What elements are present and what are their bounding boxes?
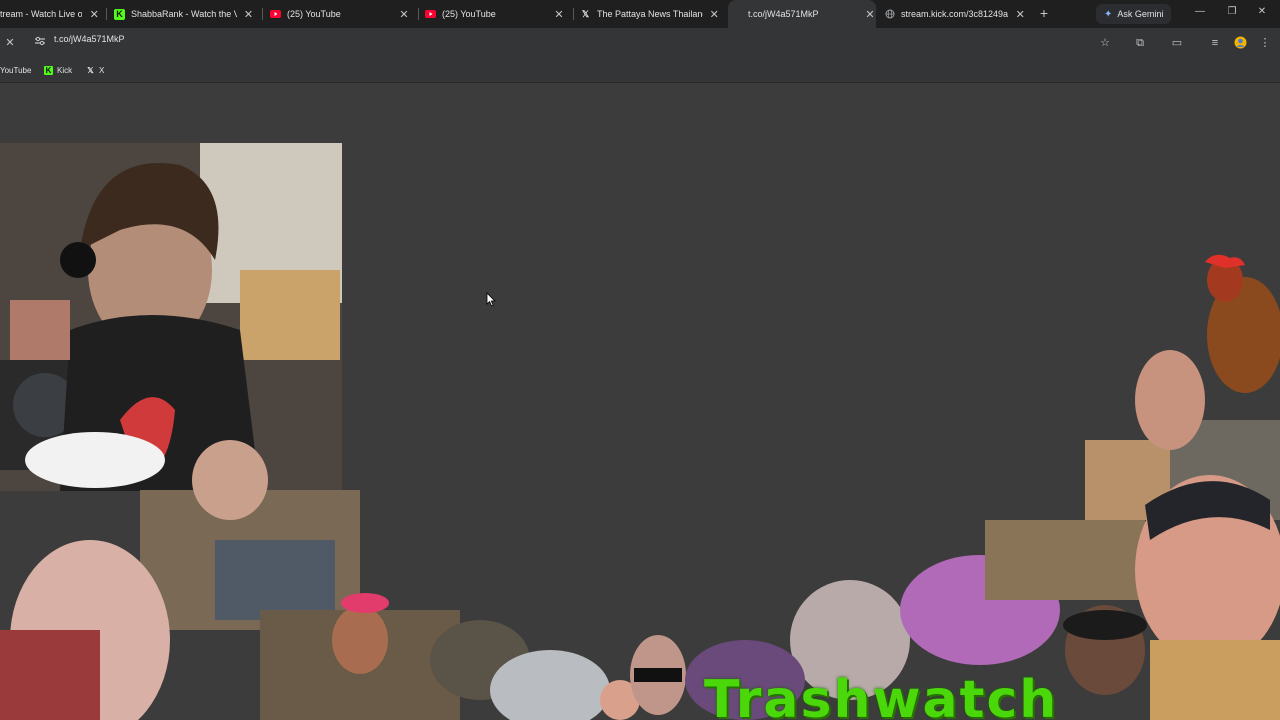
address-url: t.co/jW4a571MkP [54, 34, 125, 44]
tab-4[interactable]: 𝕏 The Pattaya News Thailand ✕ [580, 0, 720, 28]
youtube-icon [270, 9, 281, 20]
close-icon[interactable]: ✕ [398, 8, 410, 21]
mouse-cursor-icon [486, 292, 496, 307]
tab-6[interactable]: stream.kick.com/3c81249a5 ✕ [884, 0, 1026, 28]
stop-loading-icon[interactable]: ✕ [3, 36, 17, 50]
tab-title: The Pattaya News Thailand [597, 9, 703, 19]
tab-1[interactable]: K ShabbaRank - Watch the VO ✕ [114, 0, 254, 28]
close-icon[interactable]: ✕ [709, 8, 720, 21]
new-tab-button[interactable]: + [1036, 5, 1052, 21]
window-close-icon[interactable]: ✕ [1255, 6, 1269, 20]
trashwatch-logo-text: Trashwatch [704, 670, 1059, 720]
kick-icon: K [44, 65, 53, 75]
close-icon[interactable]: ✕ [553, 8, 565, 21]
kick-icon: K [114, 8, 125, 20]
menu-kebab-icon[interactable]: ⋮ [1258, 36, 1272, 50]
ask-gemini-button[interactable]: ✦ Ask Gemini [1096, 4, 1172, 24]
tab-title: ShabbaRank - Watch the VO [131, 9, 238, 19]
bookmark-star-icon[interactable]: ☆ [1098, 36, 1112, 50]
tab-title: (25) YouTube [442, 9, 496, 19]
x-icon: 𝕏 [581, 8, 590, 19]
restore-icon[interactable]: ❐ [1225, 6, 1239, 20]
side-panel-icon[interactable]: ▭ [1170, 36, 1184, 50]
globe-icon [884, 9, 895, 20]
extensions-icon[interactable]: ⧉ [1133, 36, 1147, 50]
close-icon[interactable]: ✕ [1014, 8, 1026, 21]
bookmark-x[interactable]: 𝕏 X [86, 63, 104, 77]
gemini-label: Ask Gemini [1117, 9, 1164, 19]
tab-strip: tream - Watch Live or ✕ K ShabbaRank - W… [0, 0, 1280, 28]
close-icon[interactable]: ✕ [864, 8, 876, 21]
youtube-icon [425, 9, 436, 20]
tab-5-active[interactable]: t.co/jW4a571MkP ✕ [728, 0, 876, 28]
close-icon[interactable]: ✕ [243, 8, 254, 21]
site-info-icon[interactable] [33, 36, 47, 50]
bookmark-label: YouTube [0, 65, 32, 75]
close-icon[interactable]: ✕ [88, 8, 100, 21]
tab-title: (25) YouTube [287, 9, 341, 19]
x-icon: 𝕏 [87, 65, 94, 75]
tab-0[interactable]: tream - Watch Live or ✕ [0, 0, 100, 28]
bookmark-youtube[interactable]: YouTube [0, 63, 31, 77]
address-bar[interactable] [26, 32, 1126, 54]
minimize-icon[interactable]: — [1193, 6, 1207, 20]
gemini-spark-icon: ✦ [1104, 8, 1113, 20]
toolbar: ✕ ☆ ⧉ ▭ ≡ ⋮ [0, 28, 1280, 58]
bookmark-label: X [99, 65, 105, 75]
page-content: Trashwatch [0, 83, 1280, 720]
tab-3[interactable]: (25) YouTube ✕ [425, 0, 565, 28]
tab-title: stream.kick.com/3c81249a5 [901, 9, 1009, 19]
profile-avatar-icon[interactable] [1233, 36, 1247, 50]
bookmark-kick[interactable]: K Kick [44, 63, 72, 77]
stream-collage-image [0, 143, 1280, 720]
tab-2[interactable]: (25) YouTube ✕ [270, 0, 410, 28]
tab-title: t.co/jW4a571MkP [748, 9, 819, 19]
tab-title: tream - Watch Live or [0, 9, 83, 19]
bookmark-label: Kick [57, 65, 73, 75]
media-controls-icon[interactable]: ≡ [1208, 36, 1222, 50]
bookmarks-bar: YouTube K Kick 𝕏 X [0, 58, 1280, 83]
